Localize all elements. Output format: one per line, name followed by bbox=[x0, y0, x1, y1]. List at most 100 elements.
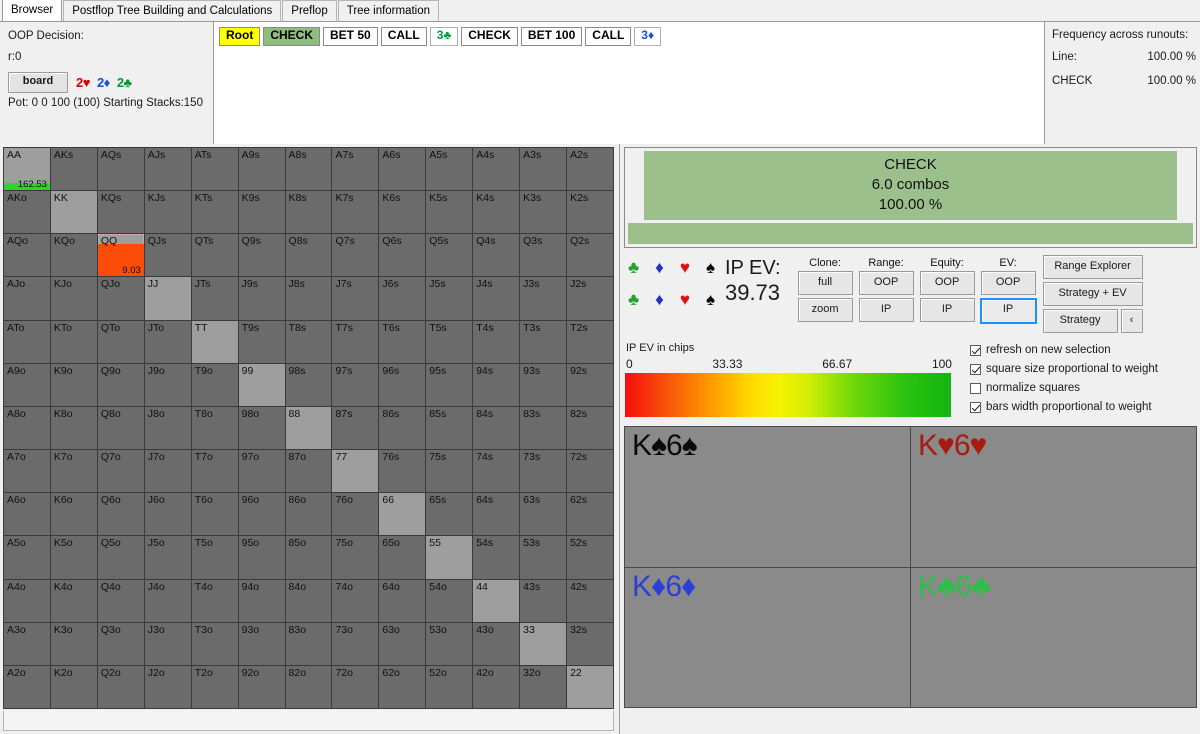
matrix-cell-A9o[interactable]: A9o bbox=[4, 363, 50, 406]
tab-browser[interactable]: Browser bbox=[2, 0, 63, 21]
matrix-cell-82s[interactable]: 82s bbox=[567, 406, 613, 450]
option-button-top[interactable]: OOP bbox=[858, 271, 914, 295]
matrix-cell-74s[interactable]: 74s bbox=[473, 450, 520, 493]
matrix-cell-K4o[interactable]: K4o bbox=[50, 579, 97, 622]
matrix-cell-73s[interactable]: 73s bbox=[520, 450, 567, 493]
matrix-cell-Q2s[interactable]: Q2s bbox=[567, 234, 613, 277]
matrix-cell-52o[interactable]: 52o bbox=[426, 665, 473, 708]
matrix-cell-J2s[interactable]: J2s bbox=[567, 277, 613, 320]
matrix-cell-33[interactable]: 33 bbox=[520, 622, 567, 665]
option-button-bottom[interactable]: IP bbox=[858, 298, 914, 322]
matrix-cell-J8o[interactable]: J8o bbox=[144, 406, 191, 450]
checkbox-bars-width-proportional-to-weight[interactable] bbox=[970, 401, 981, 413]
matrix-cell-93o[interactable]: 93o bbox=[238, 622, 285, 665]
matrix-cell-J4s[interactable]: J4s bbox=[473, 277, 520, 320]
matrix-cell-QTo[interactable]: QTo bbox=[97, 320, 144, 363]
matrix-cell-AA[interactable]: AA 162.53 bbox=[4, 148, 50, 191]
matrix-cell-K6s[interactable]: K6s bbox=[379, 191, 426, 234]
matrix-cell-Q3o[interactable]: Q3o bbox=[97, 622, 144, 665]
action-node-4[interactable]: CALL bbox=[380, 27, 427, 46]
action-node-6[interactable]: CHECK bbox=[461, 27, 518, 46]
combo-cell-3[interactable]: K♦6♦ bbox=[625, 567, 910, 707]
matrix-cell-73o[interactable]: 73o bbox=[332, 622, 379, 665]
matrix-cell-K9s[interactable]: K9s bbox=[238, 191, 285, 234]
checkbox-row[interactable]: normalize squares bbox=[970, 382, 1158, 394]
matrix-cell-92o[interactable]: 92o bbox=[238, 665, 285, 708]
matrix-cell-87o[interactable]: 87o bbox=[285, 450, 332, 493]
matrix-cell-J8s[interactable]: J8s bbox=[285, 277, 332, 320]
matrix-cell-85o[interactable]: 85o bbox=[285, 536, 332, 579]
matrix-cell-Q9o[interactable]: Q9o bbox=[97, 363, 144, 406]
matrix-cell-96o[interactable]: 96o bbox=[238, 493, 285, 536]
matrix-cell-86s[interactable]: 86s bbox=[379, 406, 426, 450]
matrix-cell-Q5s[interactable]: Q5s bbox=[426, 234, 473, 277]
matrix-cell-KQs[interactable]: KQs bbox=[97, 191, 144, 234]
matrix-cell-K2s[interactable]: K2s bbox=[567, 191, 613, 234]
matrix-cell-82o[interactable]: 82o bbox=[285, 665, 332, 708]
matrix-cell-43o[interactable]: 43o bbox=[473, 622, 520, 665]
matrix-cell-J7o[interactable]: J7o bbox=[144, 450, 191, 493]
matrix-cell-A9s[interactable]: A9s bbox=[238, 148, 285, 191]
matrix-cell-A3s[interactable]: A3s bbox=[520, 148, 567, 191]
matrix-cell-J6o[interactable]: J6o bbox=[144, 493, 191, 536]
matrix-cell-KTs[interactable]: KTs bbox=[191, 191, 238, 234]
matrix-cell-A3o[interactable]: A3o bbox=[4, 622, 50, 665]
tab-postflop-tree-building-and-calculations[interactable]: Postflop Tree Building and Calculations bbox=[63, 0, 282, 21]
option-button-top[interactable]: OOP bbox=[980, 271, 1036, 295]
matrix-cell-52s[interactable]: 52s bbox=[567, 536, 613, 579]
action-node-1[interactable]: Root bbox=[219, 27, 261, 46]
matrix-cell-65s[interactable]: 65s bbox=[426, 493, 473, 536]
matrix-cell-95o[interactable]: 95o bbox=[238, 536, 285, 579]
matrix-cell-Q4o[interactable]: Q4o bbox=[97, 579, 144, 622]
matrix-cell-84s[interactable]: 84s bbox=[473, 406, 520, 450]
matrix-cell-JJ[interactable]: JJ bbox=[144, 277, 191, 320]
board-button[interactable]: board bbox=[8, 72, 68, 93]
matrix-cell-98s[interactable]: 98s bbox=[285, 363, 332, 406]
matrix-cell-92s[interactable]: 92s bbox=[567, 363, 613, 406]
checkbox-normalize-squares[interactable] bbox=[970, 382, 981, 394]
matrix-cell-QTs[interactable]: QTs bbox=[191, 234, 238, 277]
matrix-cell-Q4s[interactable]: Q4s bbox=[473, 234, 520, 277]
matrix-cell-T8s[interactable]: T8s bbox=[285, 320, 332, 363]
checkbox-row[interactable]: refresh on new selection bbox=[970, 344, 1158, 356]
matrix-cell-22[interactable]: 22 bbox=[567, 665, 613, 708]
matrix-cell-32o[interactable]: 32o bbox=[520, 665, 567, 708]
matrix-cell-Q7s[interactable]: Q7s bbox=[332, 234, 379, 277]
matrix-cell-T8o[interactable]: T8o bbox=[191, 406, 238, 450]
option-button-top[interactable]: full bbox=[797, 271, 853, 295]
matrix-cell-A8s[interactable]: A8s bbox=[285, 148, 332, 191]
range-explorer-button[interactable]: Range Explorer bbox=[1042, 255, 1143, 279]
matrix-cell-76o[interactable]: 76o bbox=[332, 493, 379, 536]
matrix-cell-AJs[interactable]: AJs bbox=[144, 148, 191, 191]
matrix-cell-QQ[interactable]: QQ 9.03 bbox=[97, 234, 144, 277]
checkbox-square-size-proportional-to-weight[interactable] bbox=[970, 363, 981, 375]
matrix-cell-Q6o[interactable]: Q6o bbox=[97, 493, 144, 536]
matrix-cell-J5s[interactable]: J5s bbox=[426, 277, 473, 320]
matrix-cell-44[interactable]: 44 bbox=[473, 579, 520, 622]
matrix-cell-KJo[interactable]: KJo bbox=[50, 277, 97, 320]
matrix-cell-AKo[interactable]: AKo bbox=[4, 191, 50, 234]
matrix-cell-83o[interactable]: 83o bbox=[285, 622, 332, 665]
matrix-cell-AJo[interactable]: AJo bbox=[4, 277, 50, 320]
matrix-cell-97o[interactable]: 97o bbox=[238, 450, 285, 493]
matrix-cell-A7s[interactable]: A7s bbox=[332, 148, 379, 191]
combo-cell-2[interactable]: K♥6♥ bbox=[911, 427, 1196, 567]
matrix-cell-ATo[interactable]: ATo bbox=[4, 320, 50, 363]
matrix-cell-Q8o[interactable]: Q8o bbox=[97, 406, 144, 450]
matrix-cell-K5s[interactable]: K5s bbox=[426, 191, 473, 234]
matrix-cell-K2o[interactable]: K2o bbox=[50, 665, 97, 708]
matrix-cell-T4s[interactable]: T4s bbox=[473, 320, 520, 363]
matrix-cell-A4s[interactable]: A4s bbox=[473, 148, 520, 191]
matrix-cell-53o[interactable]: 53o bbox=[426, 622, 473, 665]
matrix-cell-65o[interactable]: 65o bbox=[379, 536, 426, 579]
matrix-cell-94o[interactable]: 94o bbox=[238, 579, 285, 622]
matrix-cell-AQs[interactable]: AQs bbox=[97, 148, 144, 191]
matrix-cell-75s[interactable]: 75s bbox=[426, 450, 473, 493]
matrix-cell-K5o[interactable]: K5o bbox=[50, 536, 97, 579]
action-node-2[interactable]: CHECK bbox=[263, 27, 320, 46]
matrix-cell-T2s[interactable]: T2s bbox=[567, 320, 613, 363]
matrix-cell-KJs[interactable]: KJs bbox=[144, 191, 191, 234]
checkbox-refresh-on-new-selection[interactable] bbox=[970, 344, 981, 356]
matrix-cell-62o[interactable]: 62o bbox=[379, 665, 426, 708]
matrix-cell-K6o[interactable]: K6o bbox=[50, 493, 97, 536]
